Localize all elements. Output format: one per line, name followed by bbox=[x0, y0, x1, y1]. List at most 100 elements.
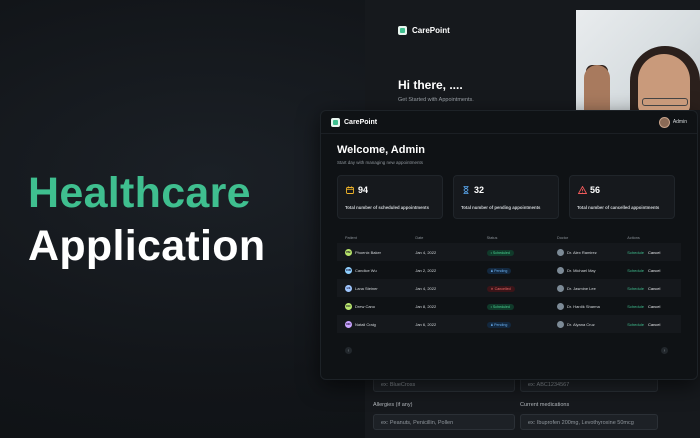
status-cell: ⧗ Pending bbox=[486, 321, 557, 328]
medications-input[interactable]: ex: Ibuprofen 200mg, Levothyroxine 50mcg bbox=[520, 414, 658, 430]
doctor-avatar bbox=[556, 284, 564, 292]
warning-icon bbox=[577, 185, 588, 196]
prev-page-button[interactable]: ‹ bbox=[345, 347, 352, 354]
patient-name: Candice Wu bbox=[355, 267, 377, 273]
patient-cell: DC Drew Cano bbox=[337, 302, 415, 310]
greeting-title: Hi there, .... bbox=[398, 78, 463, 92]
patient-avatar: NC bbox=[345, 320, 352, 328]
schedule-link[interactable]: Schedule bbox=[627, 268, 644, 273]
status-cell: • Scheduled bbox=[486, 249, 557, 256]
actions-cell: Schedule Cancel bbox=[627, 322, 681, 327]
status-badge: ✕ Cancelled bbox=[486, 285, 515, 292]
doctor-avatar bbox=[556, 266, 564, 274]
patient-cell: CW Candice Wu bbox=[337, 266, 415, 274]
patient-name: Phoenix Baker bbox=[355, 249, 382, 255]
avatar bbox=[658, 116, 670, 128]
cancel-link[interactable]: Cancel bbox=[648, 250, 660, 255]
medications-label: Current medications bbox=[520, 402, 570, 408]
cancel-link[interactable]: Cancel bbox=[648, 286, 660, 291]
allergies-input[interactable]: ex: Peanuts, Penicillin, Pollen bbox=[373, 414, 515, 430]
doctor-avatar bbox=[556, 320, 564, 328]
doctors-photo bbox=[576, 10, 700, 110]
doctor-name: Dr. Hardik Sharma bbox=[566, 303, 600, 309]
actions-cell: Schedule Cancel bbox=[627, 286, 681, 291]
date-cell: Jan 4, 2022 bbox=[415, 249, 437, 255]
date-cell: Jan 4, 2022 bbox=[415, 285, 437, 291]
patient-avatar: DC bbox=[345, 302, 352, 310]
header-patient: Patient bbox=[345, 236, 357, 240]
patient-cell: LS Lana Steiner bbox=[337, 284, 415, 292]
schedule-link[interactable]: Schedule bbox=[627, 250, 644, 255]
cancel-link[interactable]: Cancel bbox=[648, 322, 660, 327]
header-actions: Actions bbox=[627, 236, 640, 240]
schedule-link[interactable]: Schedule bbox=[627, 304, 644, 309]
doctor-name: Dr. Alex Ramirez bbox=[566, 249, 597, 255]
stat-label: Total number of pending appointments bbox=[461, 205, 541, 210]
table-header: Patient Date Status Doctor Actions bbox=[337, 233, 681, 243]
patient-cell: PB Phoenix Baker bbox=[337, 248, 415, 256]
patient-name: Lana Steiner bbox=[355, 285, 378, 291]
stat-value: 32 bbox=[474, 185, 485, 195]
doctor-name: Dr. Michael May bbox=[566, 267, 596, 273]
schedule-link[interactable]: Schedule bbox=[627, 286, 644, 291]
status-cell: • Scheduled bbox=[486, 303, 557, 310]
welcome-title: Welcome, Admin bbox=[337, 144, 426, 156]
table-row[interactable]: NC Natali Craig Jan 6, 2022 ⧗ Pending Dr. Al… bbox=[337, 315, 681, 333]
header-status: Status bbox=[486, 236, 498, 240]
dashboard-logo-text: CarePoint bbox=[344, 118, 378, 126]
stat-card-cancelled: 56 Total number of cancelled appointment… bbox=[569, 175, 675, 219]
doctor-name: Dr. Alyana Cruz bbox=[566, 321, 595, 327]
actions-cell: Schedule Cancel bbox=[627, 268, 681, 273]
cancel-link[interactable]: Cancel bbox=[648, 304, 660, 309]
schedule-link[interactable]: Schedule bbox=[627, 322, 644, 327]
next-page-button[interactable]: › bbox=[661, 347, 668, 354]
status-badge: ⧗ Pending bbox=[486, 321, 512, 328]
status-cell: ✕ Cancelled bbox=[486, 285, 557, 292]
carepoint-logo-icon bbox=[331, 117, 340, 127]
patient-avatar: PB bbox=[345, 248, 352, 256]
stat-label: Total number of cancelled appointments bbox=[577, 205, 660, 210]
stat-label: Total number of scheduled appointments bbox=[345, 205, 429, 210]
table-row[interactable]: LS Lana Steiner Jan 4, 2022 ✕ Cancelled Dr. … bbox=[337, 279, 681, 297]
calendar-icon bbox=[346, 186, 354, 196]
actions-cell: Schedule Cancel bbox=[627, 304, 681, 309]
doctor-cell: Dr. Alyana Cruz bbox=[556, 320, 627, 328]
back-logo-text: CarePoint bbox=[412, 26, 450, 35]
status-cell: ⧗ Pending bbox=[486, 267, 557, 274]
hourglass-icon bbox=[462, 186, 470, 196]
back-logo: CarePoint bbox=[398, 26, 450, 35]
date-cell: Jan 8, 2022 bbox=[415, 303, 437, 309]
table-row[interactable]: DC Drew Cano Jan 8, 2022 • Scheduled Dr. Har… bbox=[337, 297, 681, 315]
headline-line-2: Application bbox=[28, 222, 266, 270]
allergies-label: Allergies (if any) bbox=[373, 402, 413, 408]
headline-line-1: Healthcare bbox=[28, 169, 251, 217]
table-row[interactable]: PB Phoenix Baker Jan 4, 2022 • Scheduled Dr.… bbox=[337, 243, 681, 261]
table-row[interactable]: CW Candice Wu Jan 2, 2022 ⧗ Pending Dr. Mich… bbox=[337, 261, 681, 279]
doctor-avatar bbox=[556, 302, 564, 310]
appointments-table: Patient Date Status Doctor Actions PB Pho… bbox=[337, 233, 681, 333]
doctor-name: Dr. Jasmine Lee bbox=[566, 285, 596, 291]
admin-profile[interactable]: Admin bbox=[658, 116, 687, 128]
dashboard-logo[interactable]: CarePoint bbox=[331, 117, 378, 127]
patient-name: Drew Cano bbox=[355, 303, 376, 309]
doctor-cell: Dr. Jasmine Lee bbox=[556, 284, 627, 292]
table-body: PB Phoenix Baker Jan 4, 2022 • Scheduled Dr.… bbox=[337, 243, 681, 333]
patient-cell: NC Natali Craig bbox=[337, 320, 415, 328]
dashboard-header: CarePoint Admin bbox=[321, 111, 697, 134]
header-date: Date bbox=[415, 236, 424, 240]
carepoint-logo-icon bbox=[398, 26, 407, 35]
stat-card-scheduled: 94 Total number of scheduled appointment… bbox=[337, 175, 443, 219]
status-badge: • Scheduled bbox=[486, 303, 514, 310]
patient-avatar: LS bbox=[345, 284, 352, 292]
stat-card-pending: 32 Total number of pending appointments bbox=[453, 175, 559, 219]
hero-headline: Healthcare Application bbox=[28, 168, 265, 272]
patient-avatar: CW bbox=[345, 266, 352, 274]
doctor-cell: Dr. Hardik Sharma bbox=[556, 302, 627, 310]
stat-value: 94 bbox=[358, 185, 369, 195]
cancel-link[interactable]: Cancel bbox=[648, 268, 660, 273]
actions-cell: Schedule Cancel bbox=[627, 250, 681, 255]
admin-dashboard: CarePoint Admin Welcome, Admin Start day… bbox=[320, 110, 698, 380]
header-doctor: Doctor bbox=[556, 236, 569, 240]
greeting-subtitle: Get Started with Appointments. bbox=[398, 97, 474, 103]
admin-name: Admin bbox=[672, 119, 687, 125]
